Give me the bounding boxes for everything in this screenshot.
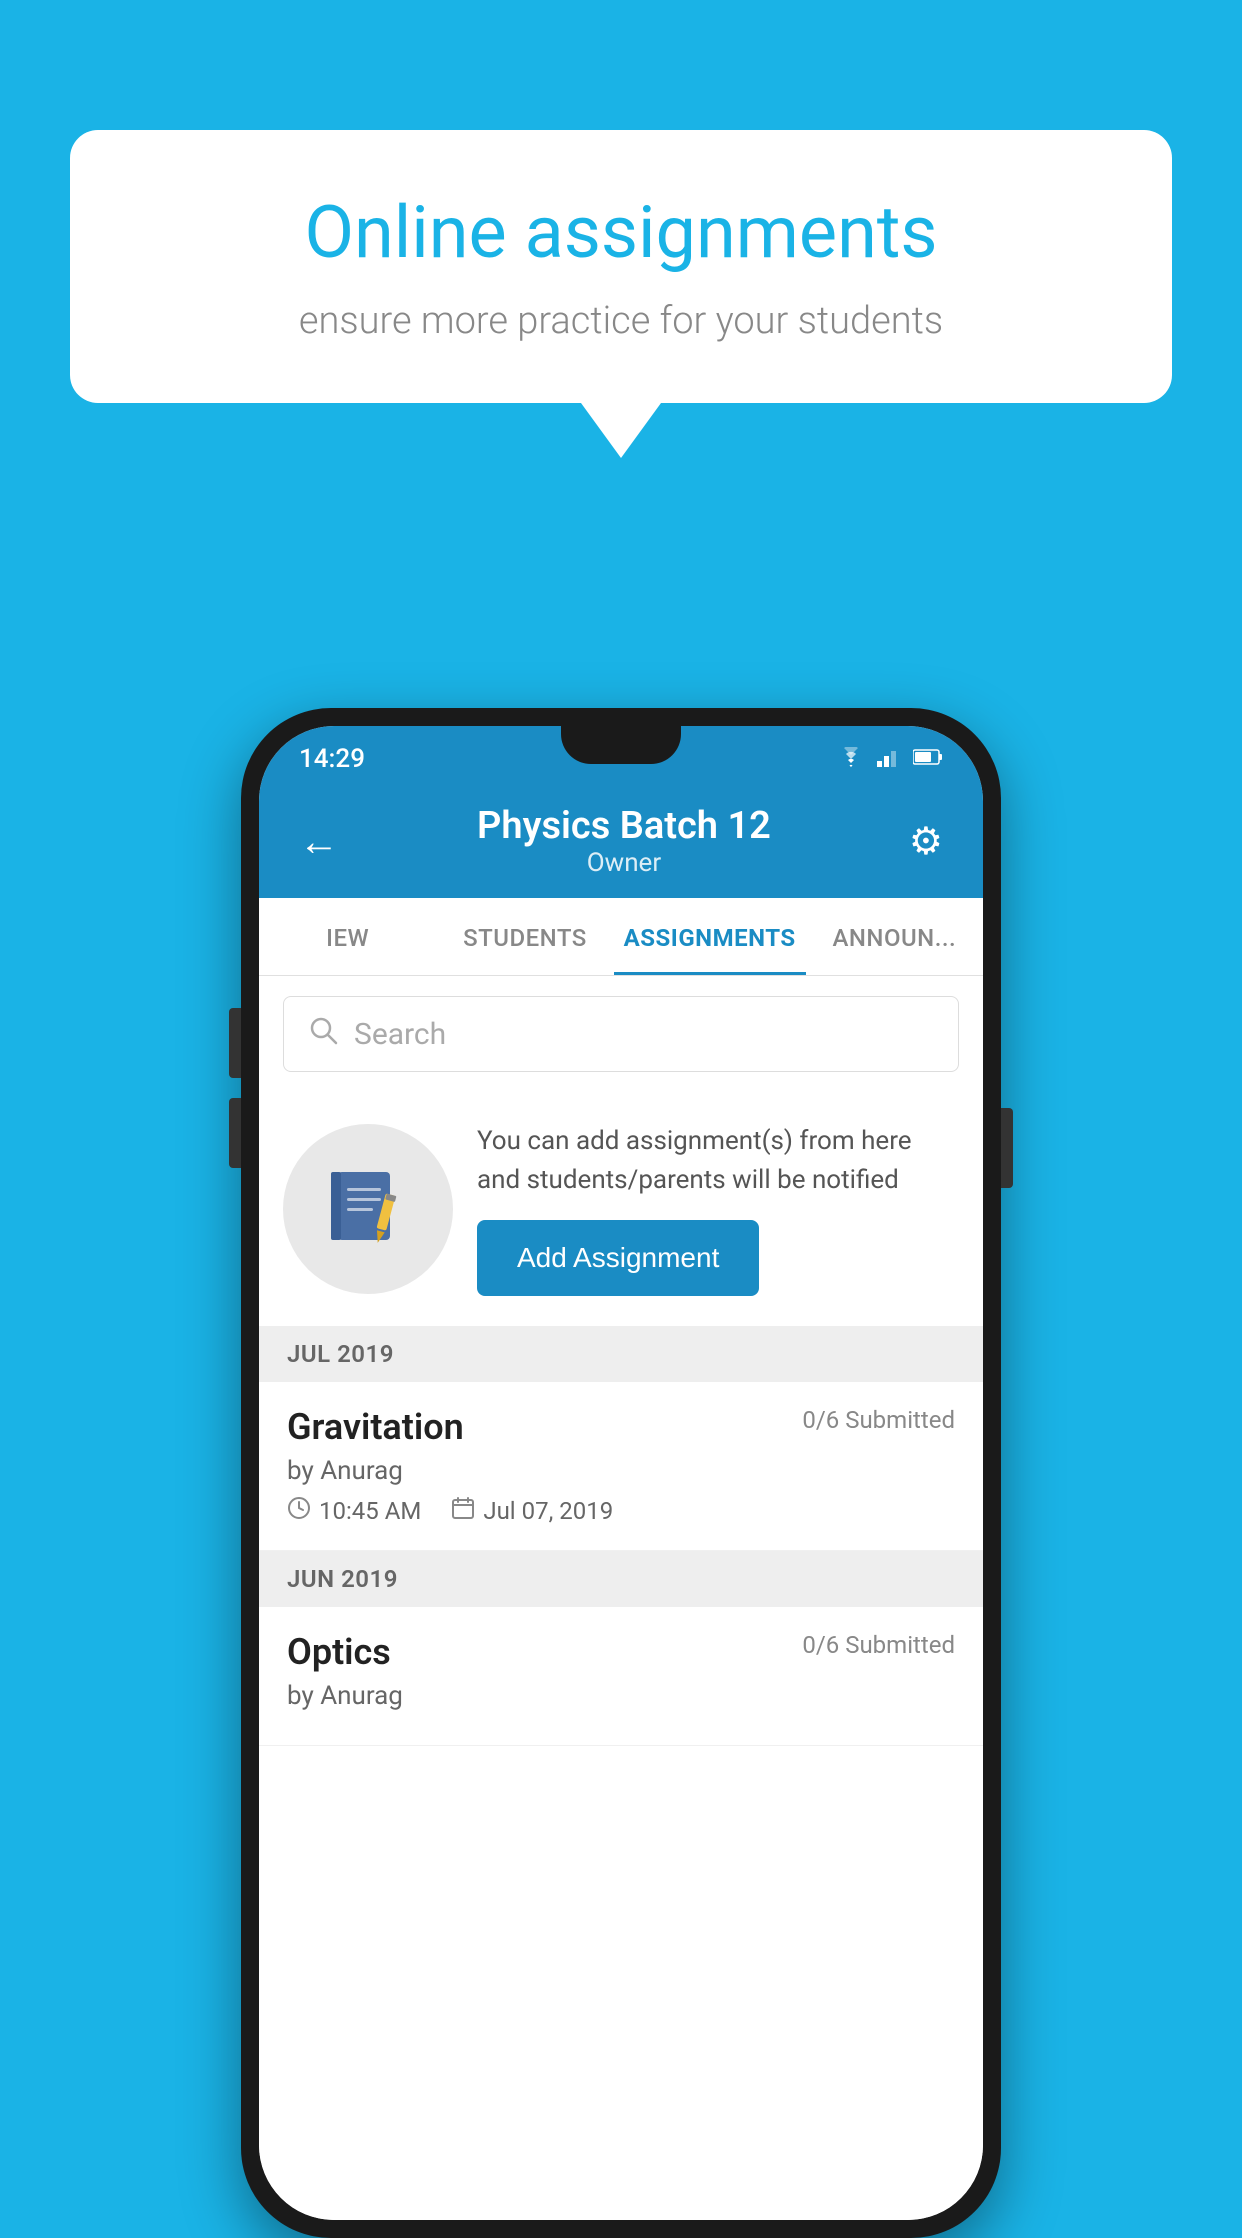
back-button[interactable]: ← [299, 818, 339, 865]
assignment-time-gravitation: 10:45 AM [319, 1497, 421, 1525]
assignment-name-optics: Optics [287, 1631, 391, 1673]
assignment-submitted-gravitation: 0/6 Submitted [802, 1406, 955, 1434]
phone-frame: 14:29 [241, 708, 1001, 2238]
assignment-submitted-optics: 0/6 Submitted [802, 1631, 955, 1659]
settings-button[interactable]: ⚙ [909, 819, 943, 864]
volume-down-button[interactable] [229, 1098, 241, 1168]
section-month-jun: JUN 2019 [287, 1565, 398, 1593]
battery-icon [913, 748, 943, 770]
meta-time-gravitation: 10:45 AM [287, 1496, 421, 1526]
status-time: 14:29 [299, 744, 365, 774]
assignment-row-top-optics: Optics 0/6 Submitted [287, 1631, 955, 1673]
assignments-list: JUL 2019 Gravitation 0/6 Submitted by An… [259, 1326, 983, 2220]
speech-bubble-container: Online assignments ensure more practice … [70, 130, 1172, 458]
section-header-jul: JUL 2019 [259, 1326, 983, 1382]
tabs-container: IEW STUDENTS ASSIGNMENTS ANNOUN... [259, 898, 983, 976]
speech-bubble-title: Online assignments [150, 190, 1092, 275]
assignment-item-gravitation[interactable]: Gravitation 0/6 Submitted by Anurag 10:4… [259, 1382, 983, 1551]
assignment-name-gravitation: Gravitation [287, 1406, 464, 1448]
notebook-icon [323, 1164, 413, 1254]
meta-date-gravitation: Jul 07, 2019 [451, 1496, 613, 1526]
search-placeholder: Search [354, 1017, 446, 1052]
clock-icon [287, 1496, 311, 1526]
promo-content: You can add assignment(s) from here and … [477, 1122, 959, 1296]
signal-icon [877, 747, 901, 771]
header-title: Physics Batch 12 [339, 804, 909, 848]
promo-description: You can add assignment(s) from here and … [477, 1122, 959, 1200]
assignment-date-gravitation: Jul 07, 2019 [483, 1497, 613, 1525]
phone-screen: 14:29 [259, 726, 983, 2220]
status-icons [837, 747, 943, 771]
section-header-jun: JUN 2019 [259, 1551, 983, 1607]
speech-bubble: Online assignments ensure more practice … [70, 130, 1172, 403]
tab-iew[interactable]: IEW [259, 898, 436, 975]
assignment-row-top: Gravitation 0/6 Submitted [287, 1406, 955, 1448]
calendar-icon-gravitation [451, 1496, 475, 1526]
header-subtitle: Owner [339, 848, 909, 878]
assignment-meta-gravitation: 10:45 AM Jul 07, 2019 [287, 1496, 955, 1526]
add-assignment-button[interactable]: Add Assignment [477, 1220, 759, 1296]
notch [561, 726, 681, 764]
search-icon [308, 1015, 338, 1053]
search-container: Search [259, 976, 983, 1092]
header-title-container: Physics Batch 12 Owner [339, 804, 909, 878]
tab-announcements[interactable]: ANNOUN... [806, 898, 983, 975]
speech-bubble-arrow [581, 403, 661, 458]
wifi-icon [837, 747, 865, 771]
promo-section: You can add assignment(s) from here and … [259, 1092, 983, 1326]
tab-assignments[interactable]: ASSIGNMENTS [614, 898, 806, 975]
search-bar[interactable]: Search [283, 996, 959, 1072]
tab-students[interactable]: STUDENTS [436, 898, 613, 975]
volume-up-button[interactable] [229, 1008, 241, 1078]
app-header: ← Physics Batch 12 Owner ⚙ [259, 784, 983, 898]
assignment-author-optics: by Anurag [287, 1681, 955, 1711]
assignment-item-optics[interactable]: Optics 0/6 Submitted by Anurag [259, 1607, 983, 1746]
assignment-author-gravitation: by Anurag [287, 1456, 955, 1486]
promo-icon-circle [283, 1124, 453, 1294]
power-button[interactable] [1001, 1108, 1013, 1188]
speech-bubble-subtitle: ensure more practice for your students [150, 299, 1092, 343]
section-month-jul: JUL 2019 [287, 1340, 394, 1368]
